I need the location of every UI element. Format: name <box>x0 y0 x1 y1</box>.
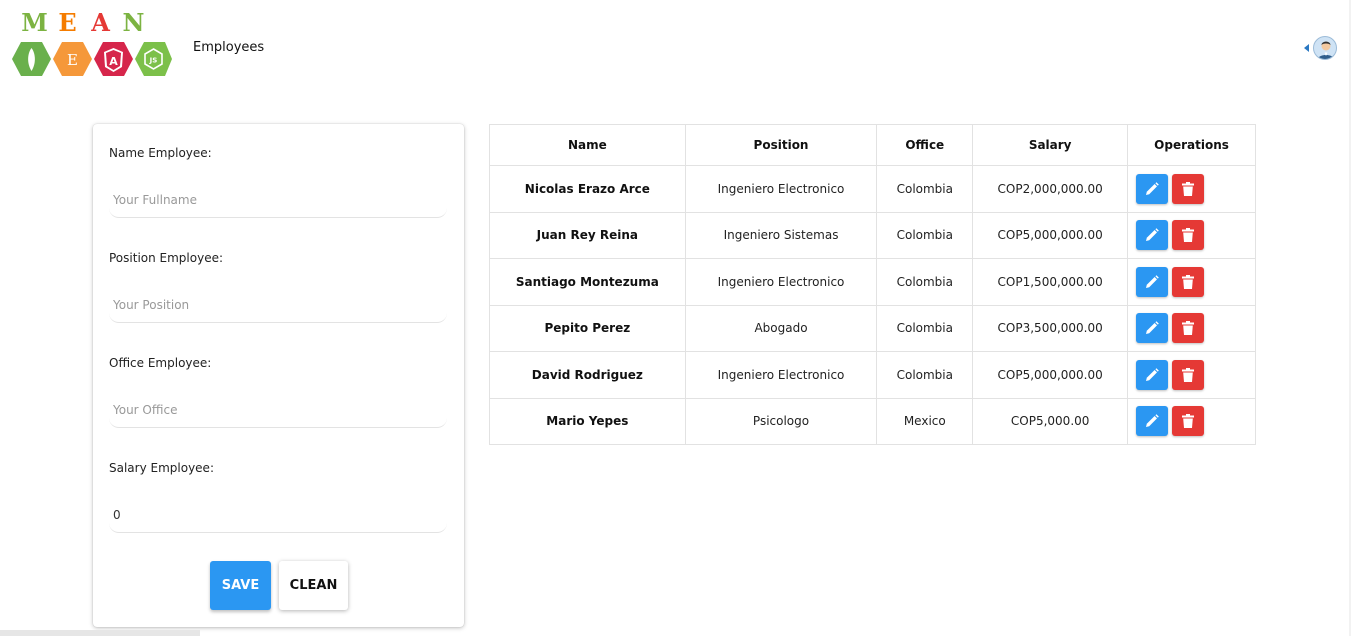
delete-button[interactable] <box>1172 313 1205 344</box>
delete-button[interactable] <box>1172 406 1205 437</box>
edit-button[interactable] <box>1136 313 1169 344</box>
delete-button[interactable] <box>1172 220 1205 251</box>
table-row: Nicolas Erazo Arce Ingeniero Electronico… <box>489 165 1256 213</box>
office-field-group: Office Employee: <box>109 356 447 428</box>
cell-name: Juan Rey Reina <box>489 211 686 259</box>
cell-name: David Rodriguez <box>489 351 686 399</box>
cell-salary: COP2,000,000.00 <box>972 165 1129 213</box>
edit-button[interactable] <box>1136 359 1169 390</box>
pencil-icon <box>1146 321 1159 335</box>
delete-button[interactable] <box>1172 266 1205 297</box>
cell-salary: COP1,500,000.00 <box>972 258 1129 306</box>
cell-office: Colombia <box>876 258 974 306</box>
cell-salary: COP3,500,000.00 <box>972 304 1129 352</box>
cell-office: Colombia <box>876 211 974 259</box>
cell-name: Mario Yepes <box>489 397 686 445</box>
logo-letter-m: M <box>21 8 48 37</box>
logo-letter-a: A <box>91 8 110 37</box>
employee-form-card: Name Employee: Position Employee: Office… <box>93 124 464 627</box>
salary-field-group: Salary Employee: <box>109 461 447 533</box>
delete-button[interactable] <box>1172 173 1205 204</box>
hex-glyph-js: JS <box>149 57 158 65</box>
hex-glyph-a: A <box>109 55 118 68</box>
delete-button[interactable] <box>1172 359 1205 390</box>
pencil-icon <box>1146 414 1159 428</box>
edit-button[interactable] <box>1136 220 1169 251</box>
edit-button[interactable] <box>1136 406 1169 437</box>
cell-operations <box>1127 258 1256 306</box>
cell-salary: COP5,000,000.00 <box>972 211 1129 259</box>
cell-salary: COP5,000,000.00 <box>972 351 1129 399</box>
table-row: Juan Rey Reina Ingeniero Sistemas Colomb… <box>489 211 1256 259</box>
pencil-icon <box>1146 228 1159 242</box>
employees-table: Name Position Office Salary Operations N… <box>489 124 1256 445</box>
trash-icon <box>1182 367 1195 382</box>
cell-position: Abogado <box>684 304 878 352</box>
position-label: Position Employee: <box>109 251 224 265</box>
mean-logo: M E A N E A JS <box>12 8 172 82</box>
cell-office: Colombia <box>876 304 974 352</box>
position-field-group: Position Employee: <box>109 251 447 323</box>
cell-operations <box>1127 211 1256 259</box>
office-input[interactable] <box>109 392 447 428</box>
position-input[interactable] <box>109 287 447 323</box>
cell-salary: COP5,000.00 <box>972 397 1129 445</box>
name-input[interactable] <box>109 182 447 218</box>
edit-button[interactable] <box>1136 173 1169 204</box>
cell-name: Nicolas Erazo Arce <box>489 165 686 213</box>
user-avatar-icon[interactable] <box>1313 36 1337 60</box>
table-row: Mario Yepes Psicologo Mexico COP5,000.00 <box>489 397 1256 445</box>
cell-position: Ingeniero Electronico <box>684 165 878 213</box>
header-salary: Salary <box>972 124 1129 166</box>
logo-hexagons: E A JS <box>12 42 172 76</box>
user-menu[interactable] <box>1304 36 1337 60</box>
table-header-row: Name Position Office Salary Operations <box>489 124 1256 166</box>
cell-operations <box>1127 397 1256 445</box>
cell-name: Pepito Perez <box>489 304 686 352</box>
table-row: David Rodriguez Ingeniero Electronico Co… <box>489 351 1256 399</box>
clean-button[interactable]: CLEAN <box>279 561 348 610</box>
trash-icon <box>1182 181 1195 196</box>
header-office: Office <box>876 124 974 166</box>
logo-letter-n: N <box>122 8 145 37</box>
header-operations: Operations <box>1127 124 1256 166</box>
header-name: Name <box>489 124 686 166</box>
pencil-icon <box>1146 367 1159 381</box>
header-position: Position <box>684 124 878 166</box>
nav-title-employees[interactable]: Employees <box>193 40 264 55</box>
logo-letter-e: E <box>58 8 77 37</box>
table-row: Santiago Montezuma Ingeniero Electronico… <box>489 258 1256 306</box>
cell-position: Ingeniero Electronico <box>684 258 878 306</box>
status-strip <box>0 630 200 636</box>
cell-office: Colombia <box>876 351 974 399</box>
cell-operations <box>1127 351 1256 399</box>
save-button[interactable]: SAVE <box>210 561 271 610</box>
cell-operations <box>1127 165 1256 213</box>
hex-glyph-e: E <box>67 51 78 69</box>
trash-icon <box>1182 321 1195 336</box>
cell-name: Santiago Montezuma <box>489 258 686 306</box>
cell-operations <box>1127 304 1256 352</box>
cell-position: Psicologo <box>684 397 878 445</box>
name-field-group: Name Employee: <box>109 146 447 218</box>
cell-office: Mexico <box>876 397 974 445</box>
trash-icon <box>1182 414 1195 429</box>
cell-office: Colombia <box>876 165 974 213</box>
trash-icon <box>1182 228 1195 243</box>
pencil-icon <box>1146 181 1159 195</box>
salary-input[interactable] <box>109 497 447 533</box>
trash-icon <box>1182 274 1195 289</box>
cell-position: Ingeniero Sistemas <box>684 211 878 259</box>
salary-label: Salary Employee: <box>109 461 214 475</box>
cell-position: Ingeniero Electronico <box>684 351 878 399</box>
pencil-icon <box>1146 274 1159 288</box>
office-label: Office Employee: <box>109 356 212 370</box>
table-row: Pepito Perez Abogado Colombia COP3,500,0… <box>489 304 1256 352</box>
edit-button[interactable] <box>1136 266 1169 297</box>
name-label: Name Employee: <box>109 146 212 160</box>
caret-left-icon <box>1304 44 1309 52</box>
